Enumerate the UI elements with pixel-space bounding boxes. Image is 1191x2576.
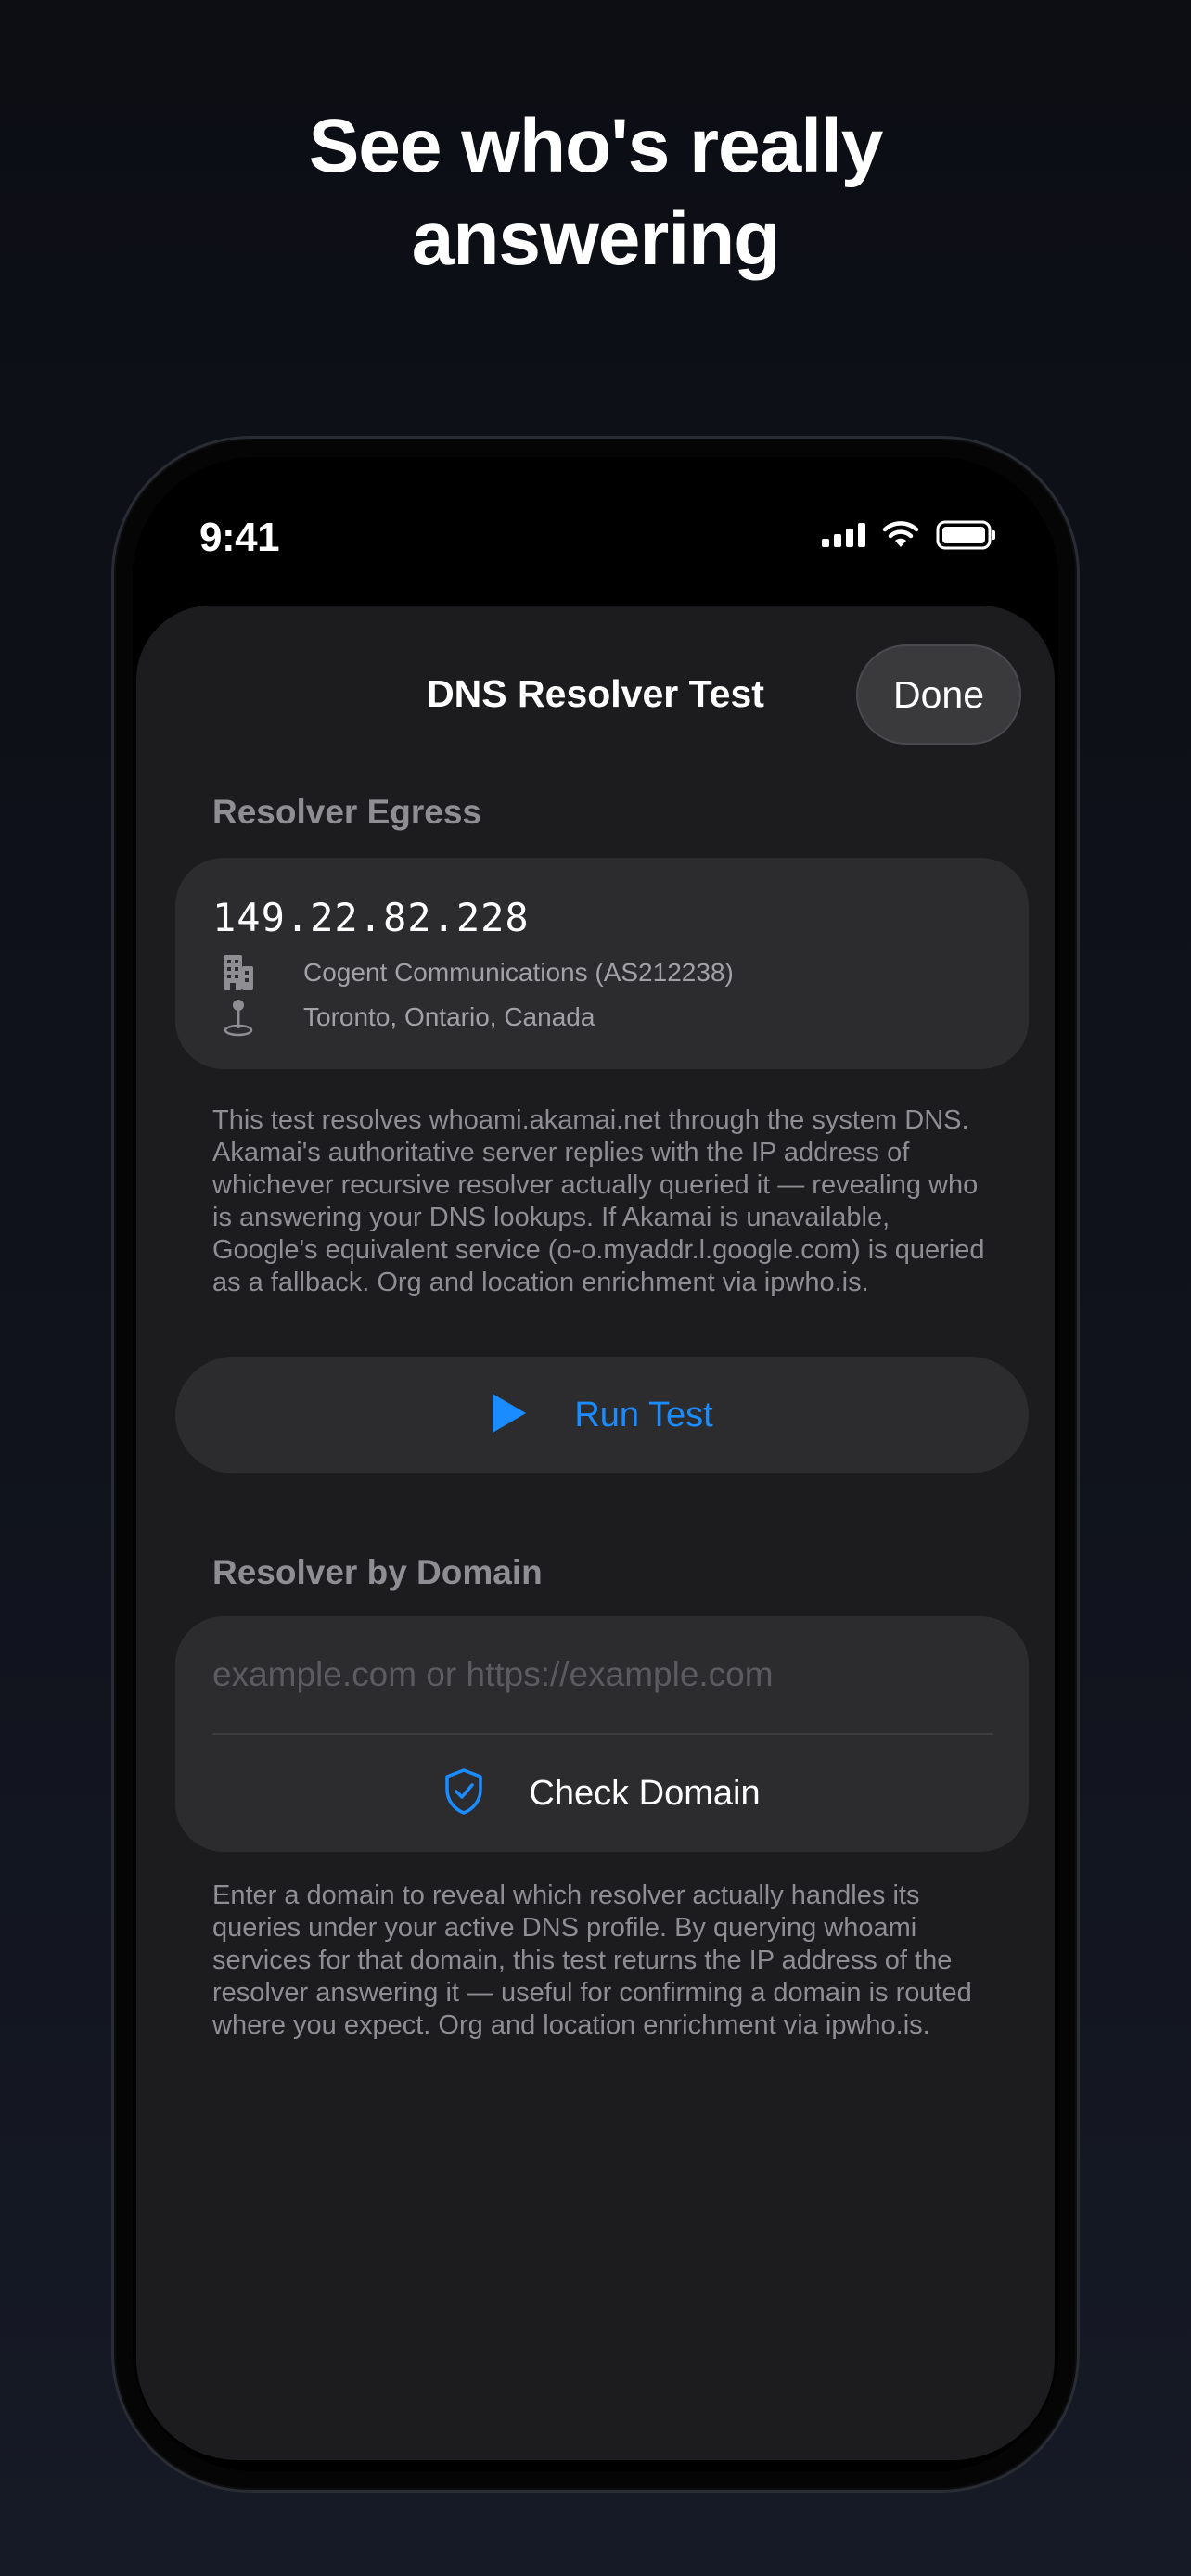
phone-frame: 9:41 DNS Resolver Test Done Resolver Egr… (111, 436, 1080, 2493)
shield-check-icon (443, 1767, 484, 1820)
domain-footnote: Enter a domain to reveal which resolver … (212, 1881, 972, 2040)
location-text: Toronto, Ontario, Canada (303, 1002, 596, 1031)
done-button[interactable]: Done (856, 644, 1021, 745)
battery-icon (936, 520, 997, 550)
check-domain-label: Check Domain (529, 1773, 761, 1813)
resolver-test-sheet: DNS Resolver Test Done Resolver Egress 1… (136, 606, 1055, 2460)
headline: See who's really answering (0, 100, 1191, 286)
status-icons (822, 520, 997, 550)
status-bar: 9:41 (133, 457, 1058, 596)
headline-line-2: answering (411, 197, 781, 281)
run-test-label: Run Test (574, 1395, 713, 1435)
headline-line-1: See who's really (308, 104, 884, 188)
org-text: Cogent Communications (AS212238) (303, 958, 734, 987)
location-row: Toronto, Ontario, Canada (212, 997, 595, 1038)
resolver-egress-header: Resolver Egress (212, 793, 482, 831)
domain-check-card: Check Domain (175, 1616, 1029, 1852)
egress-ip: 149.22.82.228 (212, 895, 530, 940)
building-icon (212, 952, 264, 993)
domain-input[interactable] (212, 1642, 992, 1707)
check-domain-button[interactable]: Check Domain (175, 1735, 1029, 1852)
resolver-by-domain-header: Resolver by Domain (212, 1553, 543, 1591)
egress-footnote: This test resolves whoami.akamai.net thr… (212, 1105, 985, 1297)
run-test-button[interactable]: Run Test (175, 1357, 1029, 1473)
phone-screen: 9:41 DNS Resolver Test Done Resolver Egr… (133, 457, 1058, 2471)
egress-result-card: 149.22.82.228 Cogent Communications (AS2… (175, 858, 1029, 1069)
org-row: Cogent Communications (AS212238) (212, 952, 734, 993)
location-pin-icon (212, 997, 264, 1038)
cellular-signal-icon (822, 523, 865, 547)
wifi-icon (882, 521, 919, 549)
play-icon (491, 1392, 528, 1439)
status-time: 9:41 (199, 515, 280, 560)
